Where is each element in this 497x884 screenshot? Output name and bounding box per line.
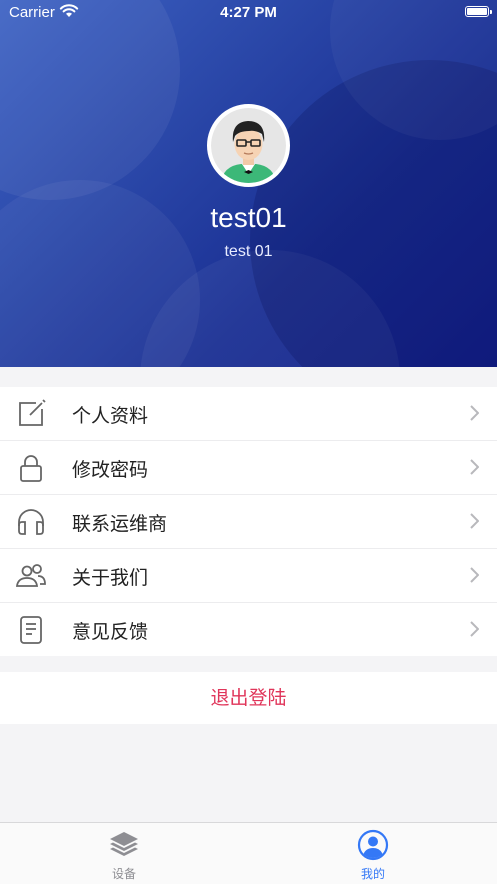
chevron-right-icon (469, 567, 480, 583)
menu-item-profile[interactable]: 个人资料 (0, 387, 497, 441)
profile-account: test 01 (224, 243, 273, 260)
users-icon (15, 561, 46, 591)
battery-icon (465, 6, 492, 17)
avatar[interactable] (207, 104, 290, 187)
menu-item-change-password[interactable]: 修改密码 (0, 441, 497, 495)
document-icon (16, 615, 46, 645)
tab-bar: 设备 我的 (0, 822, 497, 884)
menu-item-label: 关于我们 (72, 567, 149, 589)
edit-icon (16, 399, 46, 429)
menu-item-label: 意见反馈 (72, 621, 149, 643)
status-bar: Carrier 4:27 PM (0, 0, 497, 26)
settings-menu: 个人资料 修改密码 联系运维商 关于我们 意见反馈 (0, 387, 497, 656)
chevron-right-icon (469, 621, 480, 637)
profile-header: Carrier 4:27 PM test01 test 01 (0, 0, 497, 367)
layers-icon (110, 832, 138, 856)
menu-item-label: 修改密码 (72, 459, 149, 481)
tab-label: 设备 (111, 867, 136, 881)
chevron-right-icon (469, 513, 480, 529)
logout-button[interactable]: 退出登陆 (0, 672, 497, 724)
lock-icon (16, 453, 46, 483)
menu-item-feedback[interactable]: 意见反馈 (0, 603, 497, 656)
menu-item-contact-operator[interactable]: 联系运维商 (0, 495, 497, 549)
chevron-right-icon (469, 405, 480, 421)
profile-icon (357, 829, 389, 861)
profile-username: test01 (210, 202, 287, 233)
tab-label: 我的 (360, 867, 385, 881)
avatar-illustration (211, 108, 286, 183)
tab-mine[interactable]: 我的 (249, 823, 497, 884)
headphones-icon (16, 507, 46, 537)
decorative-bubble (0, 0, 180, 200)
status-time: 4:27 PM (220, 4, 277, 21)
menu-item-about-us[interactable]: 关于我们 (0, 549, 497, 603)
menu-item-label: 个人资料 (72, 405, 149, 427)
tab-devices[interactable]: 设备 (0, 823, 248, 884)
menu-item-label: 联系运维商 (72, 513, 168, 535)
chevron-right-icon (469, 459, 480, 475)
